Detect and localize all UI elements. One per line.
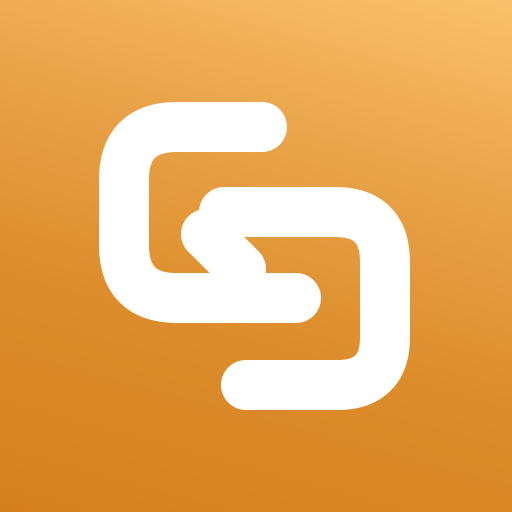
logo-diagonal-stroke: [181, 209, 266, 294]
link-logo-icon: [99, 102, 410, 410]
app-icon: [0, 0, 512, 512]
